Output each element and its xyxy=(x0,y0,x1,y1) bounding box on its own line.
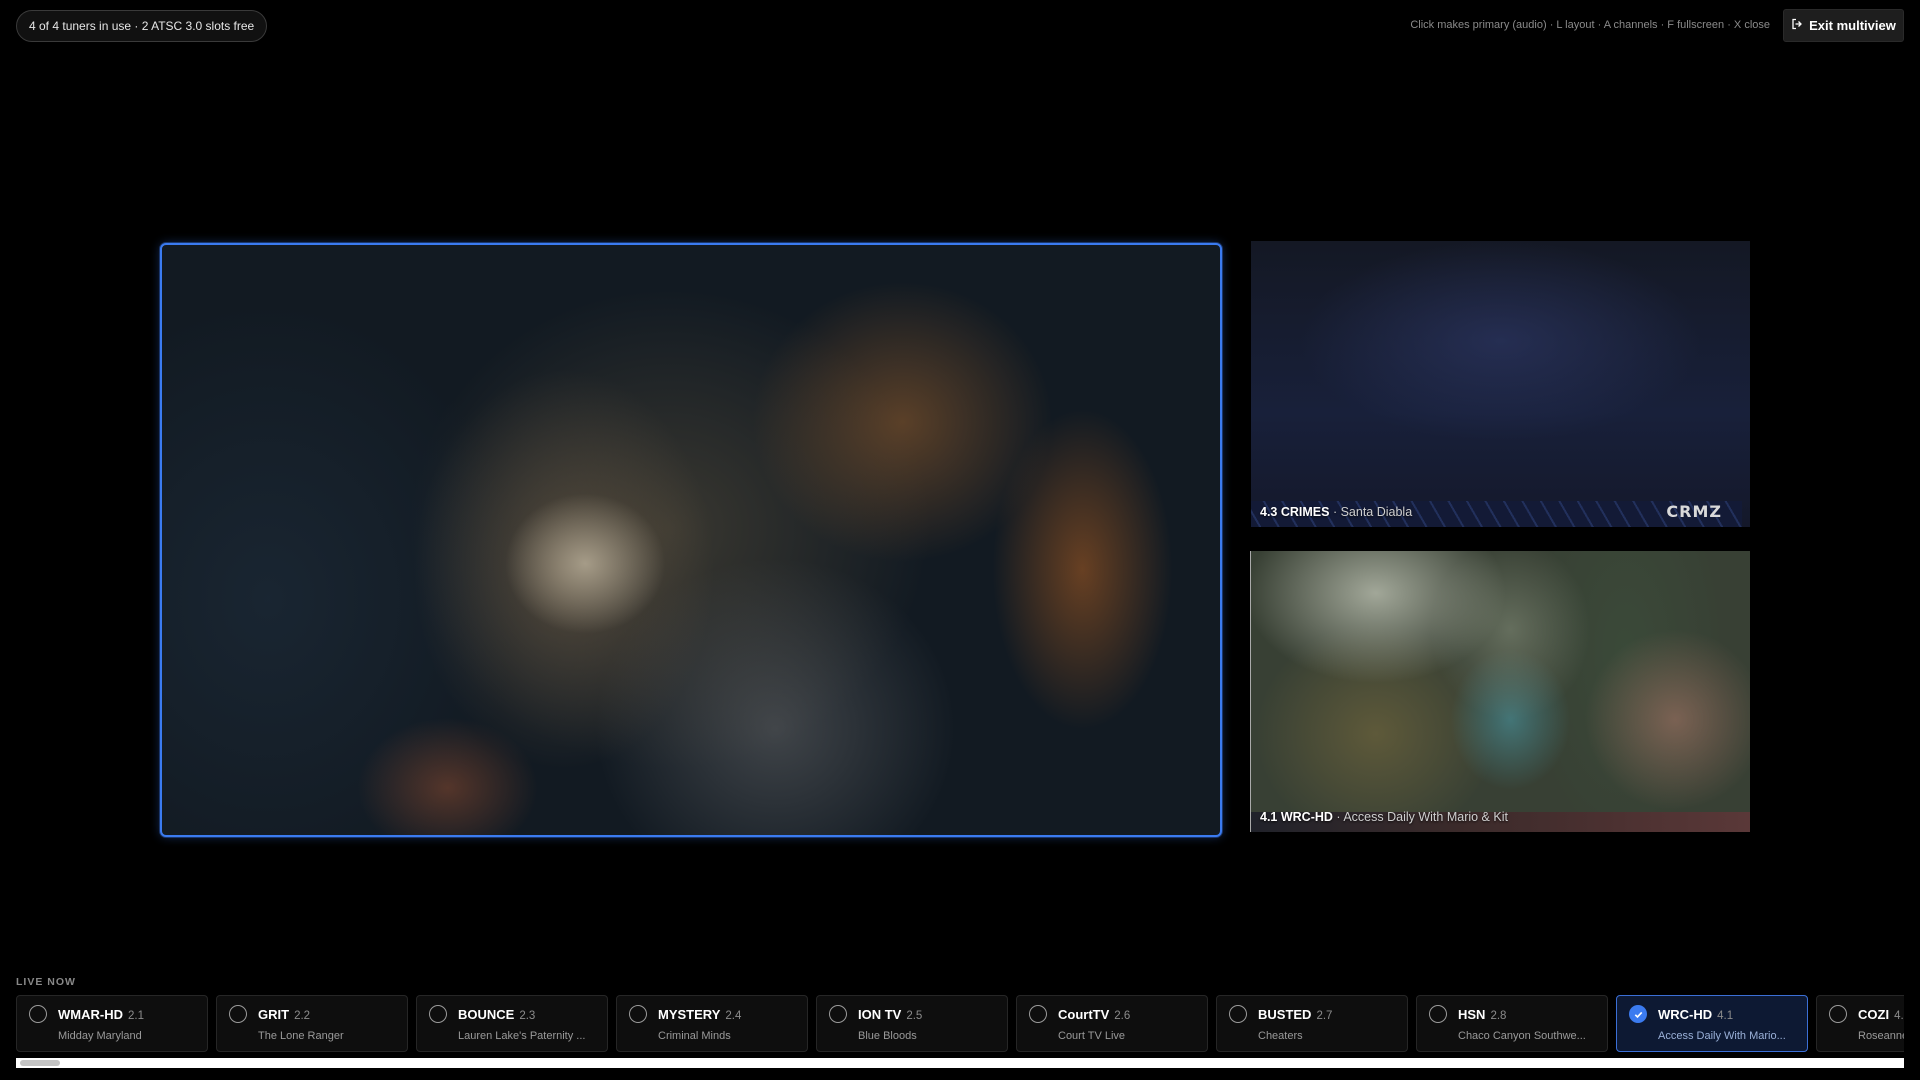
channel-program: Midday Maryland xyxy=(58,1030,142,1042)
channel-name: BOUNCE 2.3 xyxy=(458,1007,535,1022)
channel-call-sign: WMAR-HD xyxy=(58,1007,123,1022)
channel-call-sign: GRIT xyxy=(258,1007,290,1022)
channel-call-sign: HSN xyxy=(1458,1007,1486,1022)
channel-number: 4.2 xyxy=(1894,1010,1904,1022)
channel-name: WRC-HD 4.1 xyxy=(1658,1007,1733,1022)
channel-number: 2.8 xyxy=(1490,1010,1507,1022)
channel-card-cozi[interactable]: COZI 4.2 Roseanne xyxy=(1816,995,1904,1052)
channel-card-grit[interactable]: GRIT 2.2 The Lone Ranger xyxy=(216,995,408,1052)
channel-number: 2.7 xyxy=(1316,1010,1333,1022)
radio-icon[interactable] xyxy=(829,1005,847,1023)
radio-icon[interactable] xyxy=(1829,1005,1847,1023)
radio-icon[interactable] xyxy=(229,1005,247,1023)
channel-card-wrc-hd[interactable]: WRC-HD 4.1 Access Daily With Mario... xyxy=(1616,995,1808,1052)
channel-name: HSN 2.8 xyxy=(1458,1007,1506,1022)
crimes-logo: CRMZ xyxy=(1666,502,1722,521)
channel-name: GRIT 2.2 xyxy=(258,1007,310,1022)
channel-call-sign: BUSTED xyxy=(1258,1007,1312,1022)
channel-program: Chaco Canyon Southwe... xyxy=(1458,1030,1586,1042)
channel-call-sign: MYSTERY xyxy=(658,1007,721,1022)
channel-program: Court TV Live xyxy=(1058,1030,1126,1042)
tile-channel: 4.1 WRC-HD xyxy=(1260,810,1333,824)
channel-card-hsn[interactable]: HSN 2.8 Chaco Canyon Southwe... xyxy=(1416,995,1608,1052)
channel-name: ION TV 2.5 xyxy=(858,1007,922,1022)
channel-program: Roseanne xyxy=(1858,1030,1904,1042)
video-tile-wrc[interactable]: 4.1 WRC-HD · Access Daily With Mario & K… xyxy=(1250,551,1750,832)
tile-channel: 4.3 CRIMES xyxy=(1260,505,1330,519)
channel-card-mystery[interactable]: MYSTERY 2.4 Criminal Minds xyxy=(616,995,808,1052)
tuner-status-text: 4 of 4 tuners in use · 2 ATSC 3.0 slots … xyxy=(29,19,255,33)
primary-video-tile[interactable] xyxy=(160,243,1222,837)
radio-icon[interactable] xyxy=(629,1005,647,1023)
check-icon[interactable] xyxy=(1629,1005,1647,1023)
radio-icon[interactable] xyxy=(1029,1005,1047,1023)
channel-name: COZI 4.2 xyxy=(1858,1007,1904,1022)
channel-program: Lauren Lake's Paternity ... xyxy=(458,1030,586,1042)
channel-number: 2.1 xyxy=(127,1010,144,1022)
channel-name: BUSTED 2.7 xyxy=(1258,1007,1332,1022)
channel-program: Blue Bloods xyxy=(858,1030,917,1042)
exit-multiview-button[interactable]: Exit multiview xyxy=(1783,9,1904,42)
scrollbar-thumb[interactable] xyxy=(20,1060,60,1066)
tile-program: · Santa Diabla xyxy=(1329,505,1413,519)
channel-number: 4.1 xyxy=(1717,1010,1734,1022)
channel-program: The Lone Ranger xyxy=(258,1030,344,1042)
channel-program: Access Daily With Mario... xyxy=(1658,1030,1786,1042)
channel-number: 2.2 xyxy=(294,1010,311,1022)
radio-icon[interactable] xyxy=(1429,1005,1447,1023)
channel-card-busted[interactable]: BUSTED 2.7 Cheaters xyxy=(1216,995,1408,1052)
channel-card-wmar-hd[interactable]: WMAR-HD 2.1 Midday Maryland xyxy=(16,995,208,1052)
live-now-heading: LIVE NOW xyxy=(16,976,76,988)
channel-program: Cheaters xyxy=(1258,1030,1303,1042)
channel-card-bounce[interactable]: BOUNCE 2.3 Lauren Lake's Paternity ... xyxy=(416,995,608,1052)
channel-call-sign: BOUNCE xyxy=(458,1007,515,1022)
channel-call-sign: WRC-HD xyxy=(1658,1007,1713,1022)
radio-icon[interactable] xyxy=(1229,1005,1247,1023)
tile-label-crimes: 4.3 CRIMES · Santa Diabla xyxy=(1260,505,1412,519)
keyboard-hint: Click makes primary (audio) · L layout ·… xyxy=(1410,19,1770,31)
channel-number: 2.4 xyxy=(725,1010,742,1022)
exit-multiview-label: Exit multiview xyxy=(1809,18,1896,33)
channel-card-courttv[interactable]: CourtTV 2.6 Court TV Live xyxy=(1016,995,1208,1052)
channel-strip: WMAR-HD 2.1 Midday Maryland GRIT 2.2 The Lone… xyxy=(16,995,1904,1052)
radio-icon[interactable] xyxy=(429,1005,447,1023)
channel-number: 2.5 xyxy=(906,1010,923,1022)
channel-strip-scrollbar[interactable] xyxy=(16,1058,1904,1068)
channel-name: WMAR-HD 2.1 xyxy=(58,1007,144,1022)
channel-number: 2.3 xyxy=(519,1010,536,1022)
channel-call-sign: CourtTV xyxy=(1058,1007,1110,1022)
tile-label-wrc: 4.1 WRC-HD · Access Daily With Mario & K… xyxy=(1260,810,1508,824)
video-tile-crimes[interactable]: CRMZ 4.3 CRIMES · Santa Diabla xyxy=(1251,241,1750,527)
channel-number: 2.6 xyxy=(1114,1010,1131,1022)
channel-program: Criminal Minds xyxy=(658,1030,731,1042)
channel-name: MYSTERY 2.4 xyxy=(658,1007,741,1022)
tuner-status-badge: 4 of 4 tuners in use · 2 ATSC 3.0 slots … xyxy=(16,10,268,42)
channel-call-sign: COZI xyxy=(1858,1007,1890,1022)
tile-program: · Access Daily With Mario & Kit xyxy=(1332,810,1508,824)
radio-icon[interactable] xyxy=(29,1005,47,1023)
channel-card-ion-tv[interactable]: ION TV 2.5 Blue Bloods xyxy=(816,995,1008,1052)
channel-name: CourtTV 2.6 xyxy=(1058,1007,1130,1022)
channel-call-sign: ION TV xyxy=(858,1007,902,1022)
exit-icon xyxy=(1791,18,1803,33)
